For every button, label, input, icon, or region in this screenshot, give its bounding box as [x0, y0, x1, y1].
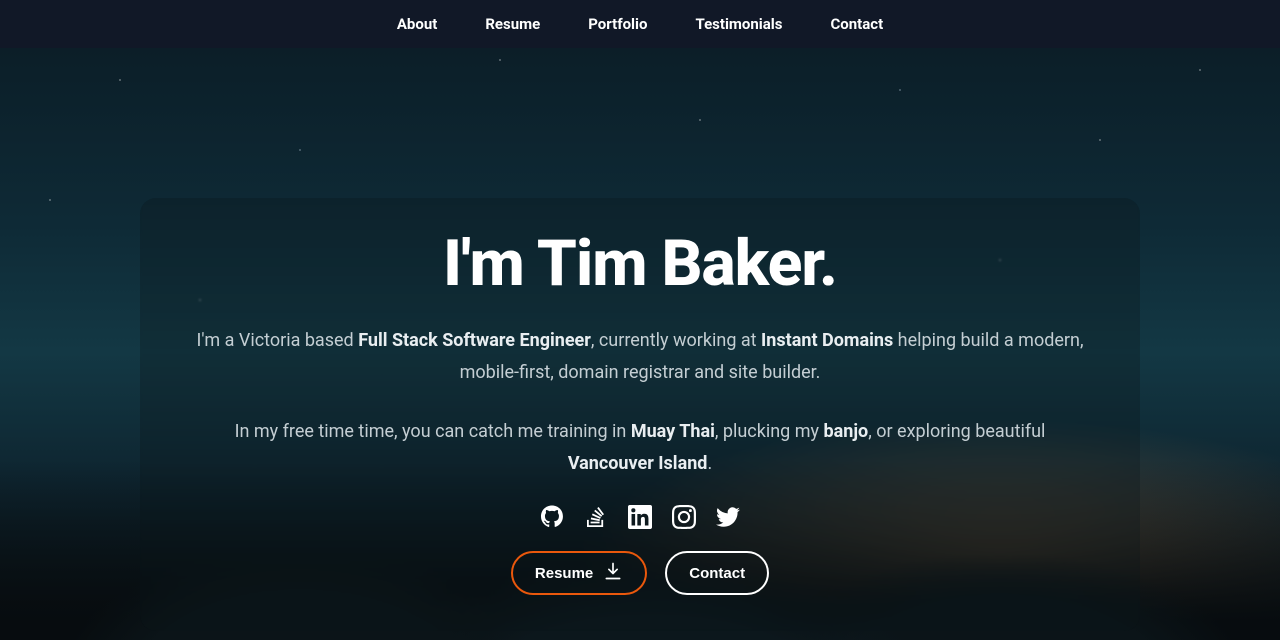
stackoverflow-icon[interactable]: [584, 505, 608, 529]
hero-p2-t2: , or exploring beautiful: [868, 421, 1045, 442]
hero-p1-s0: Full Stack Software Engineer: [358, 330, 591, 351]
hero-p2-s1: banjo: [823, 421, 868, 442]
nav-contact[interactable]: Contact: [830, 15, 883, 33]
github-icon[interactable]: [540, 505, 564, 529]
hero-p2-t1: , plucking my: [715, 421, 824, 442]
twitter-icon[interactable]: [716, 505, 740, 529]
instagram-icon[interactable]: [672, 505, 696, 529]
hero-p1-s1: Instant Domains: [761, 330, 893, 351]
social-links: [180, 505, 1100, 529]
hero-title: I'm Tim Baker.: [180, 226, 1100, 301]
resume-button-label: Resume: [535, 565, 593, 582]
hero-p1-t0: I'm a Victoria based: [196, 330, 358, 351]
nav-about[interactable]: About: [397, 15, 437, 33]
top-nav: About Resume Portfolio Testimonials Cont…: [0, 0, 1280, 48]
hero-description-2: In my free time time, you can catch me t…: [192, 416, 1088, 479]
nav-portfolio[interactable]: Portfolio: [588, 15, 647, 33]
resume-button[interactable]: Resume: [511, 551, 647, 595]
hero-description-1: I'm a Victoria based Full Stack Software…: [192, 325, 1088, 388]
hero-p2-t3: .: [707, 453, 712, 474]
nav-resume[interactable]: Resume: [485, 15, 540, 33]
hero-p1-t1: , currently working at: [591, 330, 761, 351]
nav-testimonials[interactable]: Testimonials: [695, 15, 782, 33]
hero-actions: Resume Contact: [180, 551, 1100, 595]
hero-card: I'm Tim Baker. I'm a Victoria based Full…: [140, 198, 1140, 631]
download-icon: [603, 561, 623, 585]
hero-p2-t0: In my free time time, you can catch me t…: [235, 421, 631, 442]
linkedin-icon[interactable]: [628, 505, 652, 529]
hero-p2-s2: Vancouver Island: [568, 453, 708, 474]
contact-button[interactable]: Contact: [665, 551, 769, 595]
contact-button-label: Contact: [689, 565, 745, 582]
hero-p2-s0: Muay Thai: [631, 421, 715, 442]
